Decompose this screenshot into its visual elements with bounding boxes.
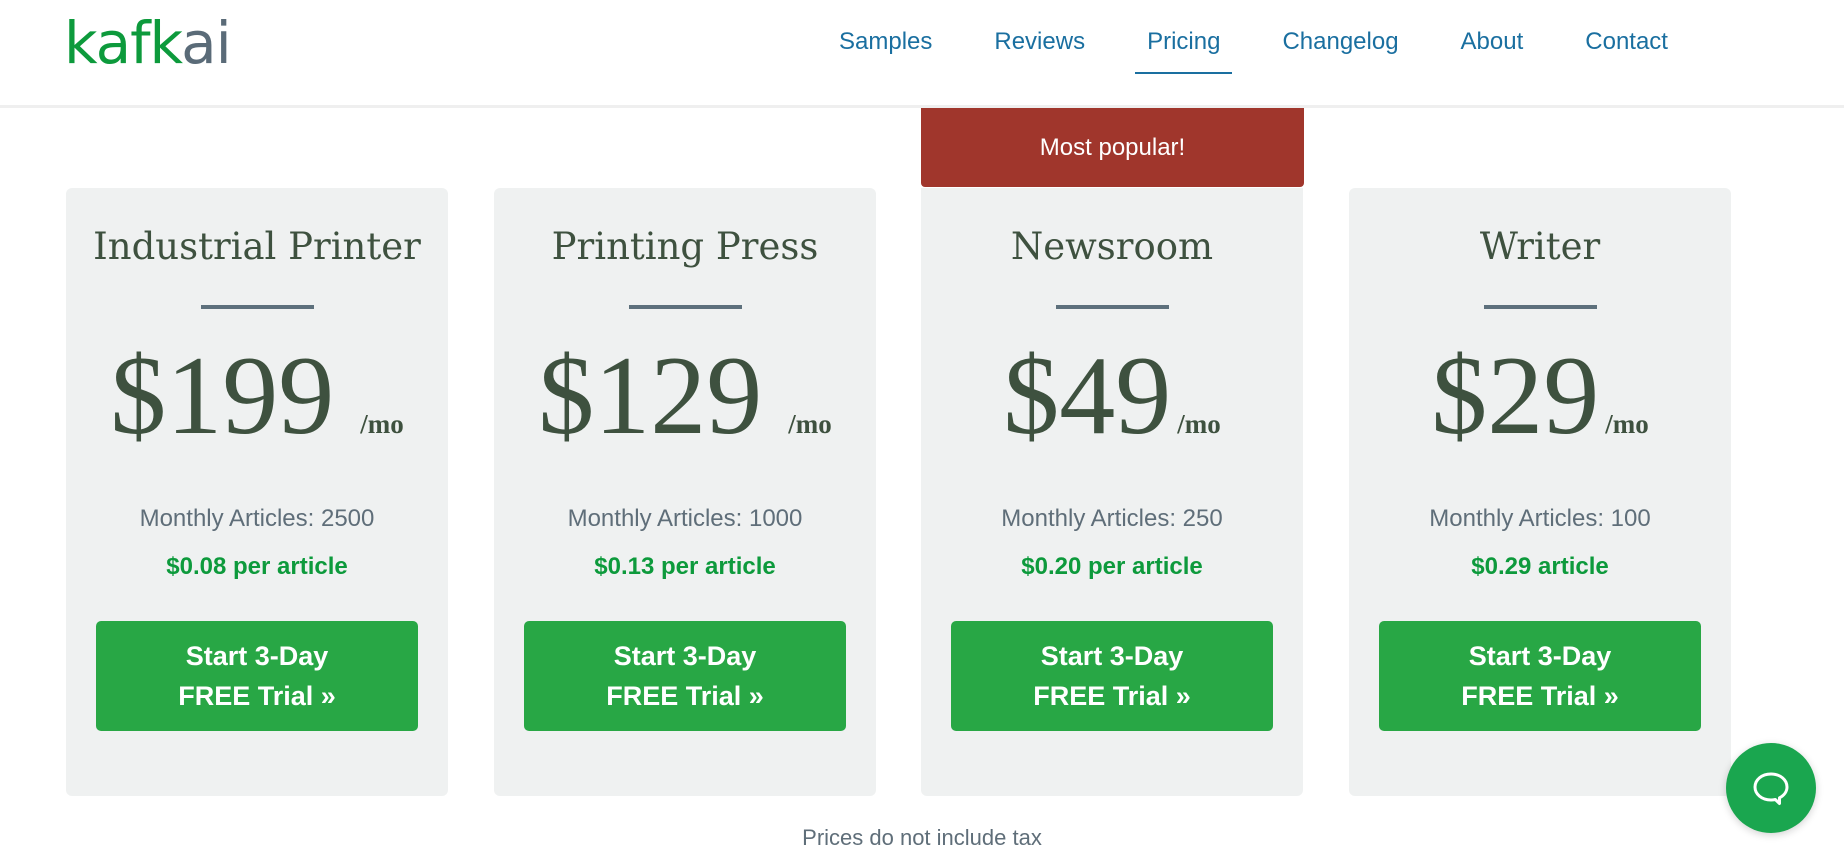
plan-unit-price: $0.08 per article bbox=[166, 553, 348, 580]
most-popular-badge: Most popular! bbox=[921, 108, 1304, 187]
logo-text-primary: kafk bbox=[64, 9, 182, 77]
plan-unit-price: $0.20 per article bbox=[1021, 553, 1203, 580]
start-trial-button[interactable]: Start 3-Day FREE Trial » bbox=[951, 621, 1273, 731]
plan-price-row: $199 /mo bbox=[66, 336, 448, 456]
cta-line-1: Start 3-Day bbox=[185, 641, 329, 671]
nav-about[interactable]: About bbox=[1461, 24, 1524, 60]
cta-line-1: Start 3-Day bbox=[1040, 641, 1184, 671]
logo-text-secondary: ai bbox=[181, 9, 232, 77]
plan-price: $199 bbox=[110, 334, 335, 458]
cta-line-2: FREE Trial » bbox=[1033, 681, 1191, 711]
plan-card-newsroom: Newsroom $49 /mo Monthly Articles: 250 $… bbox=[921, 188, 1303, 796]
nav-pricing[interactable]: Pricing bbox=[1135, 24, 1233, 74]
nav-changelog[interactable]: Changelog bbox=[1282, 24, 1398, 60]
plan-monthly-articles: Monthly Articles: 2500 bbox=[139, 505, 375, 532]
plan-price: $49 bbox=[1003, 334, 1172, 458]
start-trial-button[interactable]: Start 3-Day FREE Trial » bbox=[96, 621, 418, 731]
plan-card-industrial-printer: Industrial Printer $199 /mo Monthly Arti… bbox=[66, 188, 448, 796]
plan-price-row: $29 /mo bbox=[1349, 336, 1731, 456]
start-trial-button[interactable]: Start 3-Day FREE Trial » bbox=[524, 621, 846, 731]
nav-contact[interactable]: Contact bbox=[1585, 24, 1668, 60]
plan-period: /mo bbox=[1177, 409, 1221, 439]
plan-divider bbox=[1056, 305, 1169, 309]
nav-reviews[interactable]: Reviews bbox=[994, 24, 1085, 60]
plan-name: Printing Press bbox=[551, 225, 819, 268]
plan-name: Writer bbox=[1479, 225, 1601, 268]
plan-name: Newsroom bbox=[1010, 225, 1214, 268]
start-trial-button[interactable]: Start 3-Day FREE Trial » bbox=[1379, 621, 1701, 731]
plan-name: Industrial Printer bbox=[93, 225, 421, 268]
plan-period: /mo bbox=[788, 409, 832, 439]
cta-line-2: FREE Trial » bbox=[1461, 681, 1619, 711]
plan-divider bbox=[629, 305, 742, 309]
main-nav: Samples Reviews Pricing Changelog About … bbox=[839, 24, 1730, 74]
chat-widget-button[interactable] bbox=[1726, 743, 1816, 833]
cta-line-1: Start 3-Day bbox=[613, 641, 757, 671]
site-header: kafkai Samples Reviews Pricing Changelog… bbox=[0, 0, 1844, 108]
plan-period: /mo bbox=[360, 409, 404, 439]
plan-monthly-articles: Monthly Articles: 1000 bbox=[567, 505, 803, 532]
plan-monthly-articles: Monthly Articles: 100 bbox=[1429, 505, 1651, 532]
chat-bubble-icon bbox=[1753, 772, 1789, 805]
plan-card-printing-press: Printing Press $129 /mo Monthly Articles… bbox=[494, 188, 876, 796]
cta-line-2: FREE Trial » bbox=[178, 681, 336, 711]
plan-price: $129 bbox=[538, 334, 763, 458]
plan-unit-price: $0.29 article bbox=[1471, 553, 1609, 580]
plan-price-row: $129 /mo bbox=[494, 336, 876, 456]
plan-divider bbox=[201, 305, 314, 309]
plan-monthly-articles: Monthly Articles: 250 bbox=[1001, 505, 1223, 532]
plan-price-row: $49 /mo bbox=[921, 336, 1303, 456]
plan-card-writer: Writer $29 /mo Monthly Articles: 100 $0.… bbox=[1349, 188, 1731, 796]
cta-line-1: Start 3-Day bbox=[1468, 641, 1612, 671]
plan-divider bbox=[1484, 305, 1597, 309]
logo[interactable]: kafkai bbox=[64, 8, 232, 78]
plan-price: $29 bbox=[1431, 334, 1600, 458]
plan-unit-price: $0.13 per article bbox=[594, 553, 776, 580]
cta-line-2: FREE Trial » bbox=[606, 681, 764, 711]
plan-period: /mo bbox=[1605, 409, 1649, 439]
pricing-footnote: Prices do not include tax bbox=[802, 825, 1042, 850]
nav-samples[interactable]: Samples bbox=[839, 24, 932, 60]
